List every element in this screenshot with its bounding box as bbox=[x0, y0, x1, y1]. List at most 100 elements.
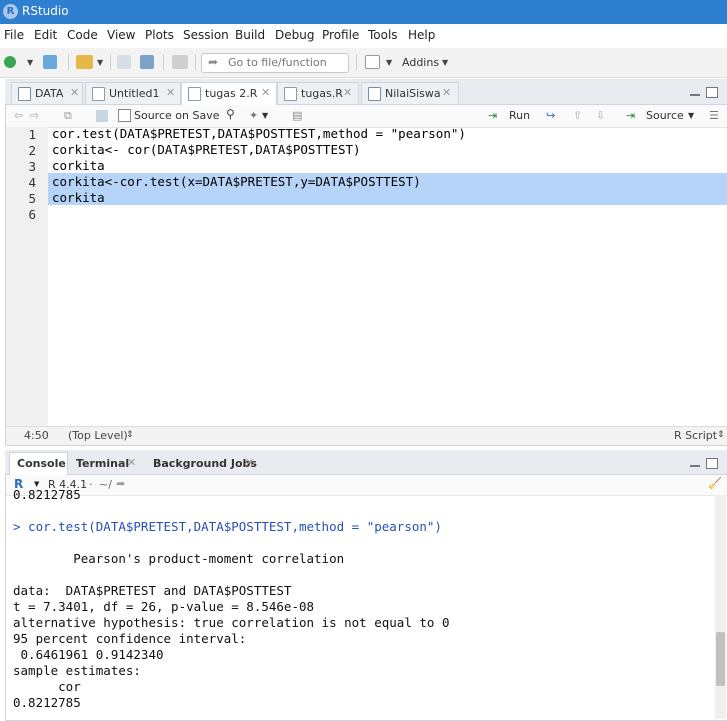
code-tools-icon[interactable]: ✦ bbox=[249, 109, 258, 122]
open-file-icon[interactable] bbox=[76, 55, 93, 69]
run-button[interactable]: Run bbox=[509, 109, 530, 122]
save-icon[interactable] bbox=[117, 55, 131, 69]
menu-debug[interactable]: Debug bbox=[275, 28, 314, 42]
updown-icon: ⇕ bbox=[717, 430, 725, 440]
close-icon[interactable]: ✕ bbox=[166, 86, 175, 99]
console-line: data: DATA$PRETEST and DATA$POSTTEST bbox=[13, 583, 292, 598]
close-icon[interactable]: ✕ bbox=[70, 86, 79, 99]
table-icon bbox=[18, 87, 31, 101]
chevron-down-icon[interactable]: ▼ bbox=[97, 58, 103, 67]
menu-edit[interactable]: Edit bbox=[34, 28, 57, 42]
goto-file-field[interactable]: ➦ bbox=[201, 53, 349, 73]
workspace-panes-icon[interactable] bbox=[365, 55, 380, 69]
goto-file-input[interactable] bbox=[228, 55, 343, 70]
console-tab-bar: Console Terminal ✕ Background Jobs ✕ bbox=[5, 450, 727, 475]
tab-label: Terminal bbox=[76, 457, 130, 470]
file-type-selector[interactable]: R Script bbox=[674, 429, 717, 442]
tab-untitled1[interactable]: Untitled1 ✕ bbox=[85, 82, 181, 104]
chevron-down-icon[interactable]: ▼ bbox=[442, 58, 448, 67]
close-icon[interactable]: ✕ bbox=[343, 86, 352, 99]
print-icon[interactable] bbox=[172, 55, 188, 69]
tab-background-jobs[interactable]: Background Jobs ✕ bbox=[143, 452, 263, 474]
maximize-pane-icon[interactable] bbox=[706, 87, 718, 98]
scope-selector[interactable]: (Top Level) bbox=[68, 429, 128, 442]
new-file-icon[interactable] bbox=[4, 56, 16, 68]
go-to-previous-section-icon[interactable]: ⇧ bbox=[573, 109, 582, 122]
chevron-down-icon[interactable]: ▼ bbox=[27, 58, 33, 67]
menu-tools[interactable]: Tools bbox=[368, 28, 398, 42]
menu-plots[interactable]: Plots bbox=[145, 28, 174, 42]
line-number: 3 bbox=[28, 159, 36, 174]
menu-profile[interactable]: Profile bbox=[322, 28, 359, 42]
menu-view[interactable]: View bbox=[107, 28, 135, 42]
back-icon[interactable]: ⇦ bbox=[14, 109, 23, 122]
r-file-icon bbox=[188, 87, 201, 101]
rerun-icon[interactable]: ↪ bbox=[546, 109, 555, 122]
close-icon[interactable]: ✕ bbox=[245, 456, 254, 469]
tab-tugas-r[interactable]: tugas.R ✕ bbox=[277, 82, 359, 104]
working-directory[interactable]: ~/ bbox=[99, 478, 112, 491]
tab-terminal[interactable]: Terminal ✕ bbox=[69, 452, 139, 474]
close-icon[interactable]: ✕ bbox=[261, 86, 270, 99]
minimize-pane-icon[interactable] bbox=[690, 94, 700, 96]
main-toolbar: ▼ ▼ ➦ ▼ Addins ▼ bbox=[0, 48, 727, 78]
source-button[interactable]: Source bbox=[646, 109, 684, 122]
search-icon[interactable]: ⚲ bbox=[226, 107, 235, 121]
menu-help[interactable]: Help bbox=[408, 28, 435, 42]
close-icon[interactable]: ✕ bbox=[127, 456, 136, 469]
chevron-down-icon[interactable]: ▼ bbox=[386, 58, 392, 67]
tab-tugas-2-r[interactable]: tugas 2.R ✕ bbox=[181, 82, 277, 105]
go-to-next-section-icon[interactable]: ⇩ bbox=[596, 109, 605, 122]
updown-icon: ⇕ bbox=[126, 430, 134, 440]
clear-console-icon[interactable]: 🧹 bbox=[708, 477, 722, 490]
menu-bar: File Edit Code View Plots Session Build … bbox=[0, 24, 727, 48]
console-line: t = 7.3401, df = 26, p-value = 8.546e-08 bbox=[13, 599, 315, 614]
code-line[interactable]: corkita<-cor.test(x=DATA$PRETEST,y=DATA$… bbox=[52, 174, 421, 189]
menu-session[interactable]: Session bbox=[183, 28, 229, 42]
source-icon[interactable]: ⇥ bbox=[626, 109, 635, 122]
title-bar: R RStudio bbox=[0, 0, 727, 24]
code-line[interactable]: cor.test(DATA$PRETEST,DATA$POSTTEST,meth… bbox=[52, 126, 466, 141]
forward-icon[interactable]: ⇨ bbox=[30, 109, 39, 122]
code-line[interactable]: corkita bbox=[52, 190, 105, 205]
chevron-down-icon[interactable]: ▼ bbox=[262, 111, 268, 120]
tab-console[interactable]: Console bbox=[9, 452, 68, 475]
source-on-save-checkbox[interactable] bbox=[118, 109, 131, 122]
tab-data[interactable]: DATA ✕ bbox=[11, 82, 83, 104]
save-all-icon[interactable] bbox=[140, 55, 154, 69]
console-line: 0.6461961 0.9142340 bbox=[13, 647, 164, 662]
tab-label: tugas 2.R bbox=[205, 87, 258, 100]
close-icon[interactable]: ✕ bbox=[442, 86, 451, 99]
line-number: 5 bbox=[28, 191, 36, 206]
scrollbar-thumb[interactable] bbox=[716, 632, 725, 686]
go-to-directory-icon[interactable]: ➦ bbox=[116, 477, 125, 490]
show-in-window-icon[interactable]: ⧉ bbox=[64, 109, 72, 123]
outline-icon[interactable]: ☰ bbox=[709, 109, 719, 122]
divider bbox=[195, 54, 196, 70]
source-on-save-label: Source on Save bbox=[134, 109, 220, 122]
tab-nilaisiswa[interactable]: NilaiSiswa ✕ bbox=[361, 82, 459, 104]
code-line[interactable]: corkita bbox=[52, 158, 105, 173]
new-project-icon[interactable] bbox=[43, 55, 57, 69]
compile-report-icon[interactable]: ▤ bbox=[292, 109, 302, 122]
line-number: 1 bbox=[28, 127, 36, 142]
run-icon[interactable]: ⇥ bbox=[488, 109, 497, 122]
console-line: cor bbox=[13, 679, 81, 694]
editor-status-bar: 4:50 (Top Level) ⇕ R Script ⇕ bbox=[6, 426, 727, 445]
menu-build[interactable]: Build bbox=[235, 28, 265, 42]
maximize-pane-icon[interactable] bbox=[706, 458, 718, 469]
tab-label: DATA bbox=[35, 87, 64, 100]
console-line: sample estimates: bbox=[13, 663, 141, 678]
save-icon[interactable] bbox=[96, 110, 108, 122]
menu-file[interactable]: File bbox=[4, 28, 24, 42]
tab-label: tugas.R bbox=[301, 87, 343, 100]
console-info-bar: R ▼ R 4.4.1 · ~/ ➦ 🧹 bbox=[6, 475, 727, 496]
editor-toolbar: ⇦ ⇨ ⧉ Source on Save ⚲ ✦ ▼ ▤ ⇥ Run ↪ ⇧ ⇩… bbox=[6, 105, 727, 128]
menu-code[interactable]: Code bbox=[67, 28, 98, 42]
r-file-icon bbox=[284, 87, 297, 101]
addins-button[interactable]: Addins bbox=[402, 56, 439, 69]
minimize-pane-icon[interactable] bbox=[690, 465, 700, 467]
code-line[interactable]: corkita<- cor(DATA$PRETEST,DATA$POSTTEST… bbox=[52, 142, 361, 157]
chevron-down-icon[interactable]: ▼ bbox=[688, 111, 694, 120]
selection-highlight bbox=[48, 189, 727, 205]
